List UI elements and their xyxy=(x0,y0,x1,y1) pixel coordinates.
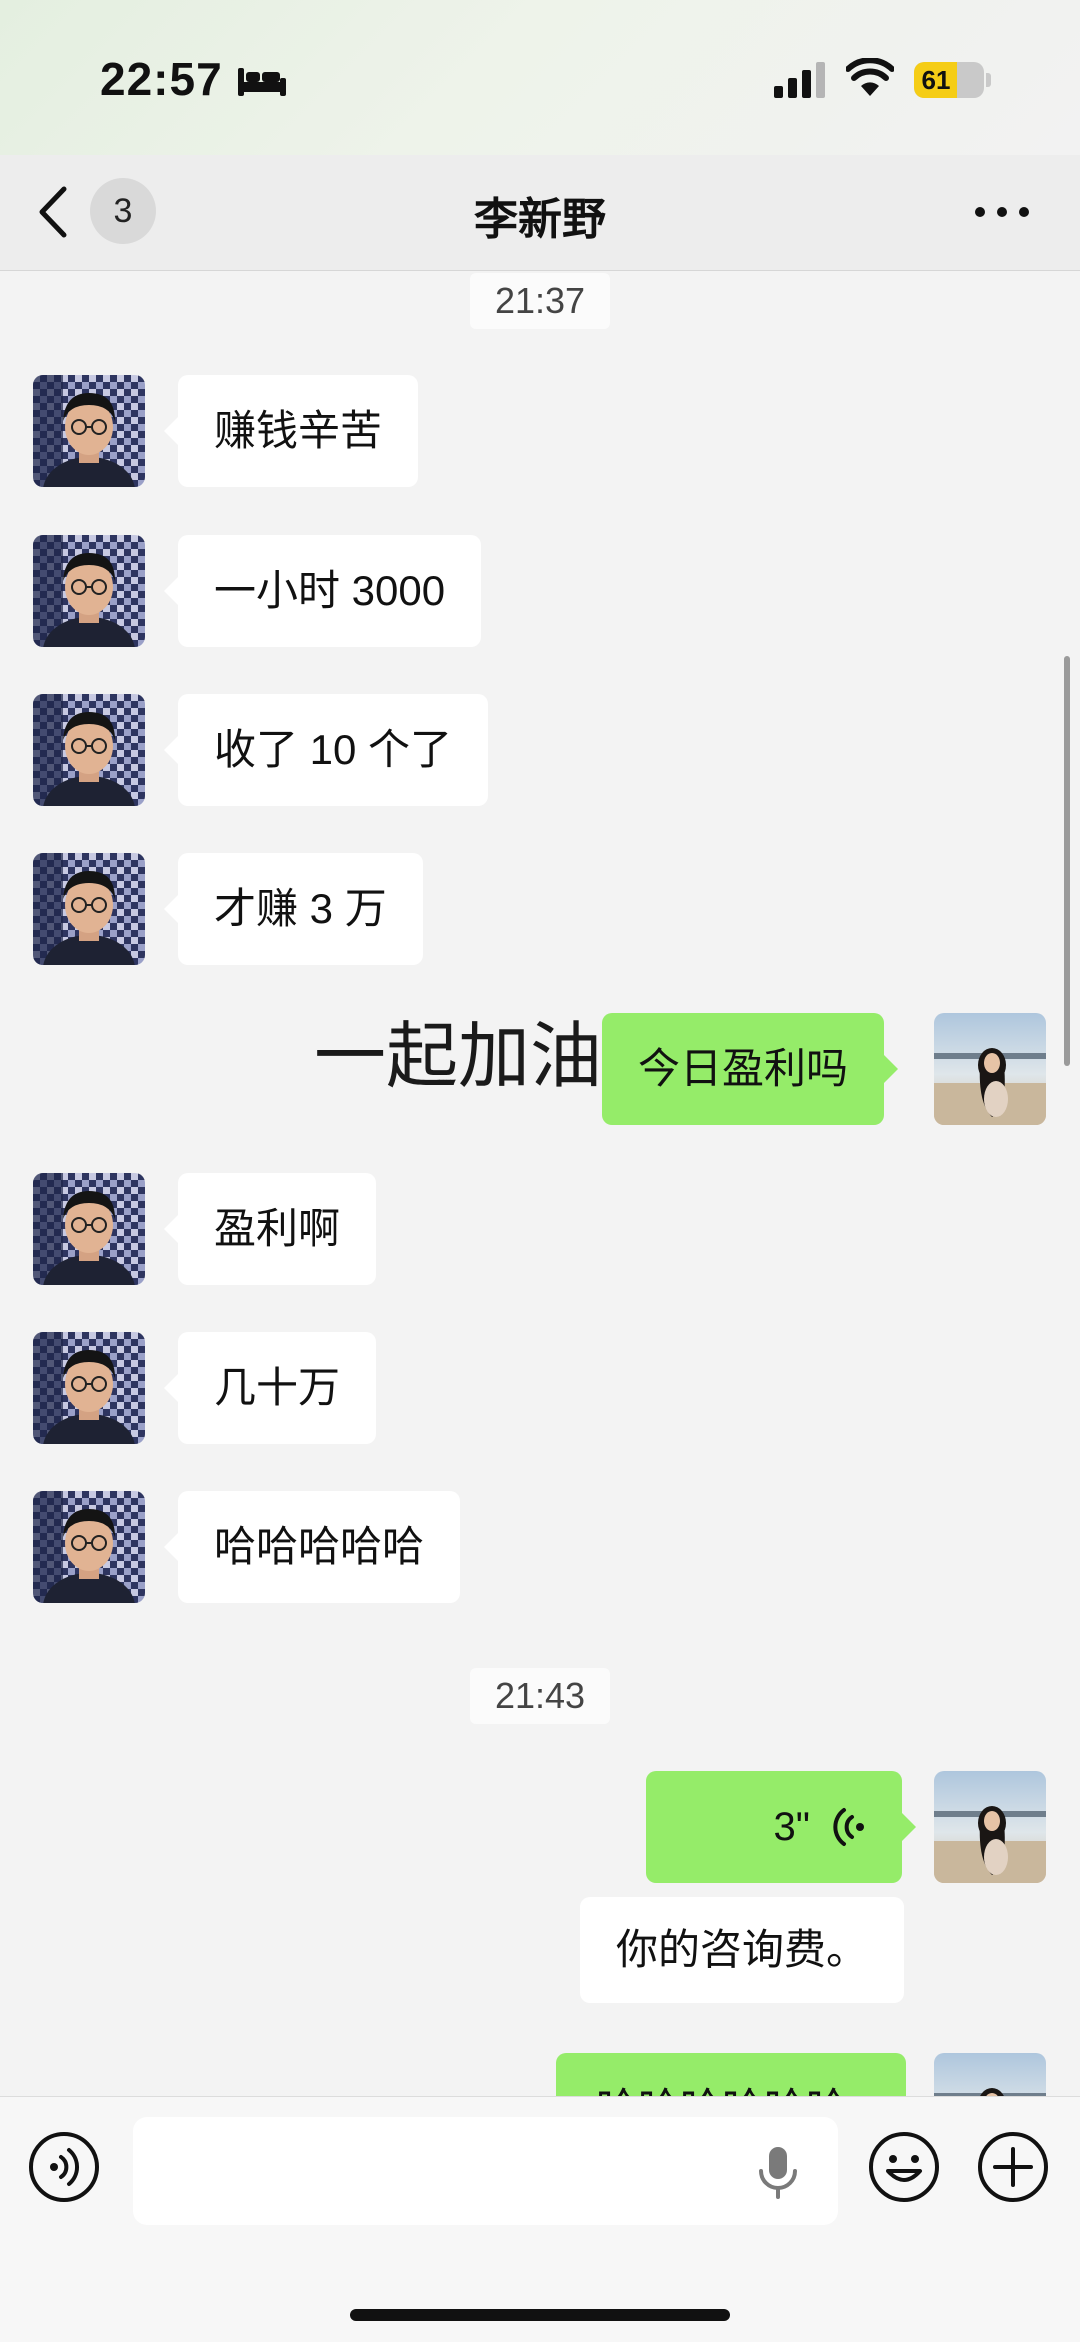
contact-avatar[interactable] xyxy=(33,853,145,965)
user-avatar[interactable] xyxy=(934,1771,1046,1883)
incoming-message[interactable]: 才赚 3 万 xyxy=(164,853,423,965)
contact-avatar[interactable] xyxy=(33,1491,145,1603)
incoming-message[interactable]: 盈利啊 xyxy=(163,1173,377,1285)
battery-indicator: 61 xyxy=(914,62,984,98)
overlay-caption: 一起加油 xyxy=(314,1017,603,1097)
scrollbar[interactable] xyxy=(1064,656,1070,1066)
status-time: 22:57 xyxy=(100,53,223,105)
unread-count-badge: 3 xyxy=(90,178,156,244)
contact-avatar[interactable] xyxy=(33,694,145,806)
incoming-message[interactable]: 几十万 xyxy=(163,1332,377,1444)
voice-transcription[interactable]: 你的咨询费。 xyxy=(580,1897,905,2003)
chevron-left-icon xyxy=(39,186,67,238)
user-avatar[interactable] xyxy=(934,2053,1046,2096)
battery-cap xyxy=(986,73,991,87)
contact-avatar[interactable] xyxy=(33,1332,145,1444)
home-indicator[interactable] xyxy=(350,2309,730,2321)
more-options-icon[interactable] xyxy=(972,197,1032,227)
incoming-message[interactable]: 赚钱辛苦 xyxy=(163,375,419,487)
voice-duration: 3" xyxy=(773,1805,810,1849)
incoming-message[interactable]: 一小时 3000 xyxy=(163,535,482,647)
voice-message-content: 3" xyxy=(682,1771,866,1883)
timestamp: 21:37 xyxy=(470,273,610,329)
incoming-message[interactable]: 哈哈哈哈哈 xyxy=(163,1491,461,1603)
cellular-signal-icon xyxy=(774,62,825,98)
message-input[interactable] xyxy=(133,2117,838,2225)
chat-title: 李新野 xyxy=(474,195,606,244)
contact-avatar[interactable] xyxy=(33,535,145,647)
outgoing-message[interactable]: 今日盈利吗 xyxy=(602,1013,899,1125)
emoji-icon[interactable] xyxy=(868,2131,940,2203)
message-list[interactable]: 21:37 赚钱辛苦 一小时 3000 收了 10 个了 才赚 3 万 一起加油… xyxy=(0,271,1080,2096)
chat-header: 3 李新野 xyxy=(0,155,1080,271)
add-icon[interactable] xyxy=(977,2131,1049,2203)
voice-wave-icon xyxy=(833,1808,864,1846)
voice-message[interactable]: 3" xyxy=(646,1771,916,1883)
outgoing-message[interactable]: 哈哈哈哈哈哈 xyxy=(556,2053,906,2096)
user-avatar[interactable] xyxy=(934,1013,1046,1125)
contact-avatar[interactable] xyxy=(33,1173,145,1285)
wifi-icon xyxy=(846,58,894,96)
back-button[interactable]: 3 xyxy=(36,177,166,247)
battery-percent: 61 xyxy=(921,65,951,95)
status-bar: 22:57 61 xyxy=(0,0,1080,155)
voice-input-toggle-icon[interactable] xyxy=(28,2131,100,2203)
microphone-icon[interactable] xyxy=(755,2145,801,2199)
contact-avatar[interactable] xyxy=(33,375,145,487)
timestamp: 21:43 xyxy=(470,1668,610,1724)
sleep-focus-icon xyxy=(238,68,286,96)
incoming-message[interactable]: 收了 10 个了 xyxy=(163,694,489,806)
input-bar xyxy=(0,2096,1080,2342)
